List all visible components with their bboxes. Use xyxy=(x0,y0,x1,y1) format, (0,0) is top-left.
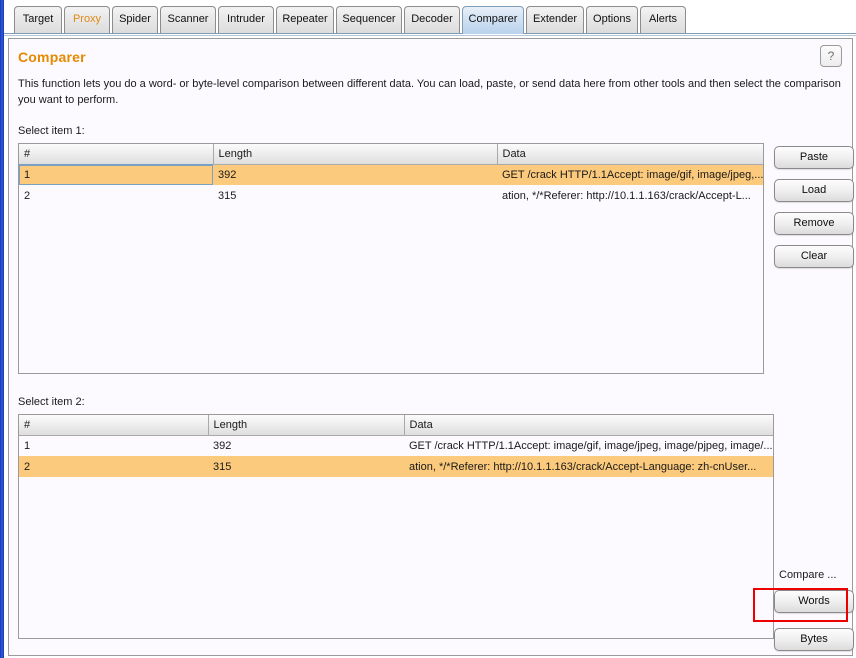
compare-words-button[interactable]: Words xyxy=(774,590,854,613)
cell-data[interactable]: GET /crack HTTP/1.1Accept: image/gif, im… xyxy=(404,435,773,456)
column-header-number[interactable]: # xyxy=(19,415,209,436)
tab-label: Decoder xyxy=(411,13,453,25)
table-row[interactable]: 1 392 GET /crack HTTP/1.1Accept: image/g… xyxy=(19,164,763,185)
compare-bytes-label: Bytes xyxy=(800,633,828,645)
tab-label: Sequencer xyxy=(342,13,396,25)
tab-extender[interactable]: Extender xyxy=(526,6,584,33)
tab-label: Comparer xyxy=(468,13,518,25)
tab-intruder[interactable]: Intruder xyxy=(218,6,274,33)
cell-number[interactable]: 1 xyxy=(19,435,208,456)
cell-number[interactable]: 2 xyxy=(19,185,213,206)
tab-label: Alerts xyxy=(648,13,678,25)
column-header-number[interactable]: # xyxy=(19,144,214,165)
cell-length[interactable]: 392 xyxy=(213,164,497,185)
cell-length[interactable]: 315 xyxy=(208,456,404,477)
help-icon[interactable]: ? xyxy=(820,45,842,67)
load-button[interactable]: Load xyxy=(774,179,854,202)
select-item-1-label: Select item 1: xyxy=(18,125,85,137)
load-button-label: Load xyxy=(801,184,827,196)
page-title: Comparer xyxy=(18,49,86,65)
tab-label: Scanner xyxy=(167,13,209,25)
tab-label: Repeater xyxy=(282,13,328,25)
clear-button-label: Clear xyxy=(800,250,828,262)
table-header-row: # Length Data xyxy=(19,415,773,436)
item2-table: # Length Data 1 392 GET /crack HTTP/1.1A… xyxy=(19,415,773,477)
remove-button[interactable]: Remove xyxy=(774,212,854,235)
cell-length[interactable]: 392 xyxy=(208,435,404,456)
table-row[interactable]: 1 392 GET /crack HTTP/1.1Accept: image/g… xyxy=(19,435,773,456)
compare-words-label: Words xyxy=(798,595,830,607)
select-item-2-label: Select item 2: xyxy=(18,396,85,408)
table-row[interactable]: 2 315 ation, */*Referer: http://10.1.1.1… xyxy=(19,185,763,206)
panel-right-border xyxy=(852,39,853,655)
tab-target[interactable]: Target xyxy=(14,6,62,33)
main-tab-bar: Target Proxy Spider Scanner Intruder Rep… xyxy=(4,0,856,36)
clear-button[interactable]: Clear xyxy=(774,245,854,268)
cell-data[interactable]: GET /crack HTTP/1.1Accept: image/gif, im… xyxy=(497,164,763,185)
tab-repeater[interactable]: Repeater xyxy=(276,6,334,33)
item1-table-panel: # Length Data 1 392 GET /crack HTTP/1.1A… xyxy=(18,143,764,374)
tab-label: Target xyxy=(22,13,54,25)
tab-alerts[interactable]: Alerts xyxy=(640,6,686,33)
column-header-length[interactable]: Length xyxy=(208,415,405,436)
cell-data[interactable]: ation, */*Referer: http://10.1.1.163/cra… xyxy=(497,185,763,206)
tab-label: Proxy xyxy=(72,13,102,25)
panel-description: This function lets you do a word- or byt… xyxy=(18,78,841,106)
tab-label: Intruder xyxy=(227,13,265,25)
table-row[interactable]: 2 315 ation, */*Referer: http://10.1.1.1… xyxy=(19,456,773,477)
cell-length[interactable]: 315 xyxy=(213,185,497,206)
remove-button-label: Remove xyxy=(793,217,835,229)
tab-bar-underline-shadow xyxy=(4,35,856,36)
tab-scanner[interactable]: Scanner xyxy=(160,6,216,33)
table-header-row: # Length Data xyxy=(19,144,763,165)
tab-sequencer[interactable]: Sequencer xyxy=(336,6,402,33)
help-icon-glyph: ? xyxy=(827,49,835,63)
comparer-panel: Comparer ? This function lets you do a w… xyxy=(8,38,854,656)
compare-bytes-button[interactable]: Bytes xyxy=(774,628,854,651)
tab-options[interactable]: Options xyxy=(586,6,638,33)
column-header-data[interactable]: Data xyxy=(497,144,763,165)
window-left-rail-inner xyxy=(1,0,3,658)
tab-label: Spider xyxy=(119,13,151,25)
cell-data[interactable]: ation, */*Referer: http://10.1.1.163/cra… xyxy=(404,456,773,477)
item1-table: # Length Data 1 392 GET /crack HTTP/1.1A… xyxy=(19,144,763,206)
compare-label: Compare ... xyxy=(779,569,837,581)
application-window: Target Proxy Spider Scanner Intruder Rep… xyxy=(0,0,856,658)
paste-button-label: Paste xyxy=(799,151,829,163)
tab-bar-underline xyxy=(4,33,856,34)
paste-button[interactable]: Paste xyxy=(774,146,854,169)
item2-table-panel: # Length Data 1 392 GET /crack HTTP/1.1A… xyxy=(18,414,774,639)
tab-label: Options xyxy=(593,13,631,25)
column-header-length[interactable]: Length xyxy=(213,144,498,165)
cell-number[interactable]: 1 xyxy=(19,164,213,185)
tab-comparer[interactable]: Comparer xyxy=(462,6,524,34)
window-left-rail xyxy=(0,0,4,658)
tab-label: Extender xyxy=(532,13,578,25)
column-header-data[interactable]: Data xyxy=(404,415,773,436)
cell-number[interactable]: 2 xyxy=(19,456,208,477)
tab-proxy[interactable]: Proxy xyxy=(64,6,110,33)
tab-decoder[interactable]: Decoder xyxy=(404,6,460,33)
tab-spider[interactable]: Spider xyxy=(112,6,158,33)
